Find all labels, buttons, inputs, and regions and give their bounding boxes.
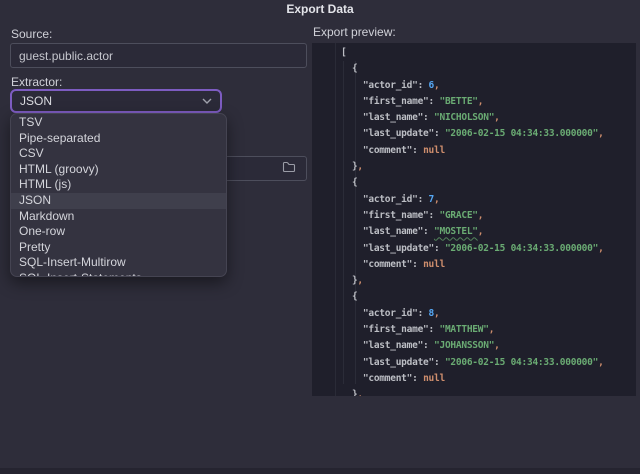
extractor-selected-value: JSON bbox=[20, 94, 53, 108]
chevron-down-icon bbox=[201, 94, 213, 108]
folder-icon[interactable] bbox=[282, 160, 296, 178]
code-line: "first_name": "BETTE", bbox=[341, 95, 484, 107]
code-line: "last_name": "NICHOLSON", bbox=[341, 112, 500, 124]
dropdown-item[interactable]: HTML (groovy) bbox=[11, 162, 226, 178]
code-line: "last_update": "2006-02-15 04:34:33.0000… bbox=[341, 128, 604, 140]
code-line: "actor_id": 8, bbox=[341, 307, 440, 319]
dialog-title: Export Data bbox=[286, 2, 354, 16]
code-line: "comment": null bbox=[341, 258, 445, 270]
extractor-label: Extractor: bbox=[11, 75, 63, 89]
dropdown-item[interactable]: CSV bbox=[11, 146, 226, 162]
dropdown-item[interactable]: Markdown bbox=[11, 209, 226, 225]
code-line: "last_update": "2006-02-15 04:34:33.0000… bbox=[341, 242, 604, 254]
dropdown-item[interactable]: JSON bbox=[11, 192, 226, 209]
code-line: "first_name": "GRACE", bbox=[341, 209, 484, 221]
export-preview-editor[interactable]: [ { "actor_id": 6, "first_name": "BETTE"… bbox=[312, 43, 636, 396]
source-input[interactable] bbox=[10, 43, 307, 68]
code-line: "actor_id": 7, bbox=[341, 193, 440, 205]
dropdown-item[interactable]: One-row bbox=[11, 224, 226, 240]
code-line: }, bbox=[341, 161, 363, 173]
editor-gutter bbox=[312, 43, 336, 396]
code-line: "comment": null bbox=[341, 144, 445, 156]
dropdown-item[interactable]: SQL-Insert-Statements bbox=[11, 271, 226, 276]
code-line: "last_name": "MOSTEL", bbox=[341, 226, 484, 238]
dialog-footer-edge bbox=[0, 468, 640, 474]
code-line: "last_update": "2006-02-15 04:34:33.0000… bbox=[341, 356, 604, 368]
code-line: { bbox=[341, 63, 358, 75]
code-line: }, bbox=[341, 275, 363, 287]
dropdown-item[interactable]: TSV bbox=[11, 115, 226, 131]
export-preview-label: Export preview: bbox=[313, 25, 396, 39]
dropdown-item[interactable]: SQL-Insert-Multirow bbox=[11, 255, 226, 271]
extractor-dropdown: TSV Pipe-separated CSV HTML (groovy) HTML (j… bbox=[10, 113, 227, 277]
code-line: [ bbox=[341, 47, 347, 58]
code-line: "first_name": "MATTHEW", bbox=[341, 324, 495, 336]
code-line: }, bbox=[341, 389, 363, 396]
code-line: { bbox=[341, 177, 358, 189]
code-line: "last_name": "JOHANSSON", bbox=[341, 340, 500, 352]
code-line: { bbox=[341, 291, 358, 303]
code-line: "comment": null bbox=[341, 372, 445, 384]
code-line: "actor_id": 6, bbox=[341, 79, 440, 91]
source-label: Source: bbox=[11, 27, 53, 41]
code-content: [ { "actor_id": 6, "first_name": "BETTE"… bbox=[341, 45, 636, 396]
dropdown-item[interactable]: Pretty bbox=[11, 240, 226, 256]
dropdown-item[interactable]: Pipe-separated bbox=[11, 131, 226, 147]
extractor-combobox[interactable]: JSON bbox=[10, 89, 222, 113]
dropdown-item[interactable]: HTML (js) bbox=[11, 177, 226, 193]
